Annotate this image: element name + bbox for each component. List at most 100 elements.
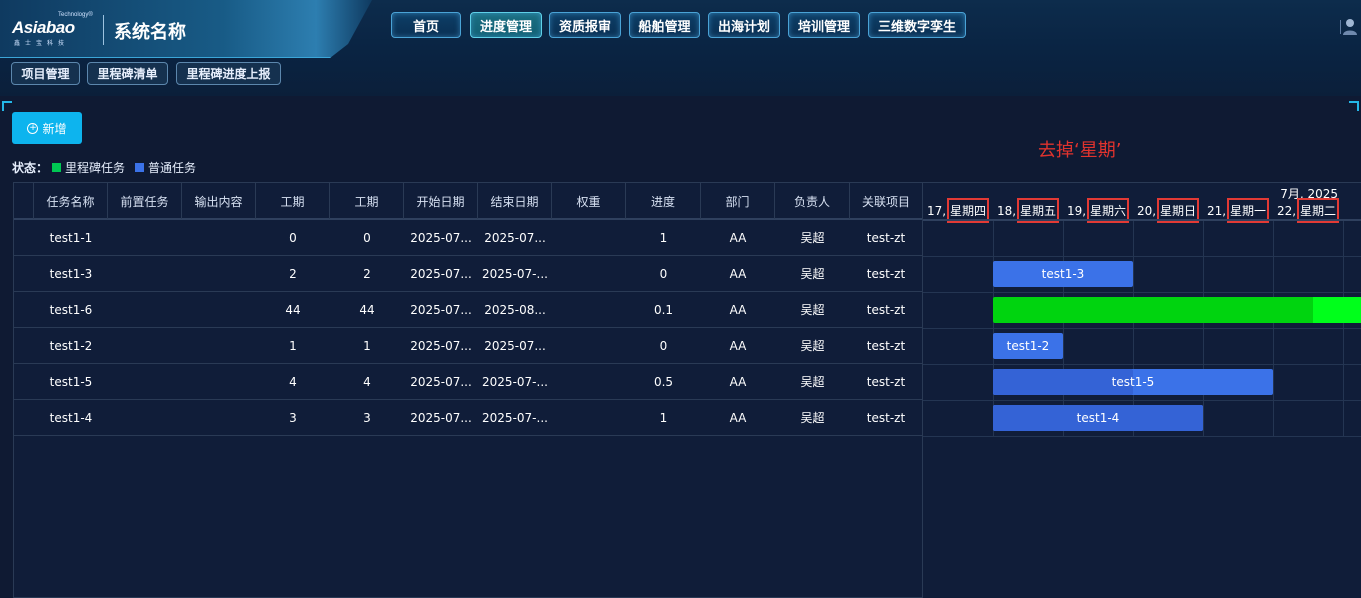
cell-project: test-zt [866, 338, 906, 353]
cell-predecessor [108, 220, 182, 255]
legend-title: 状态： [12, 160, 49, 175]
status-legend: 状态： 里程碑任务 普通任务 [12, 159, 202, 175]
legend-item-milestone: 里程碑任务 [48, 159, 125, 176]
gantt-day-number: 17, [926, 203, 947, 218]
column-header-progress[interactable]: 进度 [626, 183, 701, 219]
cell-duration-2: 1 [363, 338, 371, 353]
nav-progress-management[interactable]: 进度管理 [470, 12, 542, 38]
nav-home[interactable]: 首页 [391, 12, 461, 38]
plus-circle-icon: + [27, 122, 39, 134]
gantt-day-label: 17, 星期四 [923, 198, 993, 223]
add-button-label: 新增 [42, 121, 67, 136]
cell-owner: 吴超 [800, 375, 825, 389]
column-header-duration-2[interactable]: 工期 [330, 183, 404, 219]
legend-item-normal: 普通任务 [131, 159, 196, 176]
subnav-milestone-list[interactable]: 里程碑清单 [87, 62, 168, 85]
table-row[interactable]: test1-3 2 2 2025-07... 2025-07-... 0 AA 吴超 test-… [14, 256, 922, 292]
column-header-output[interactable]: 输出内容 [182, 183, 256, 219]
cell-task-name: test1-1 [49, 230, 93, 245]
cell-project: test-zt [866, 230, 906, 245]
cell-weight [552, 400, 626, 435]
table-row[interactable]: test1-6 44 44 2025-07... 2025-08... 0.1 AA 吴超 te… [14, 292, 922, 328]
cell-task-name: test1-6 [49, 302, 93, 317]
cell-duration-2: 2 [363, 266, 371, 281]
gantt-milestone-bar[interactable] [993, 297, 1361, 323]
subnav-project-management[interactable]: 项目管理 [11, 62, 80, 85]
cell-start-date: 2025-07... [410, 230, 472, 245]
column-header-department[interactable]: 部门 [701, 183, 775, 219]
table-row[interactable]: test1-5 4 4 2025-07... 2025-07-... 0.5 AA 吴超 tes… [14, 364, 922, 400]
cell-duration: 44 [285, 302, 301, 317]
grid-header-expander [14, 183, 34, 219]
column-header-start-date[interactable]: 开始日期 [404, 183, 478, 219]
grid-header: 任务名称 前置任务 输出内容 工期 工期 开始日期 结束日期 权重 进度 部门 … [14, 183, 922, 220]
cell-project: test-zt [866, 410, 906, 425]
cell-weight [552, 364, 626, 399]
company-logo[interactable]: Technology® Asiabao 鑫士宝科技 [12, 12, 93, 47]
cell-project: test-zt [866, 374, 906, 389]
cell-end-date: 2025-08... [484, 302, 546, 317]
cell-department: AA [729, 230, 747, 245]
cell-start-date: 2025-07... [410, 410, 472, 425]
column-header-project[interactable]: 关联项目 [850, 183, 922, 219]
column-header-weight[interactable]: 权重 [552, 183, 626, 219]
nav-qualification-review[interactable]: 资质报审 [549, 12, 621, 38]
gantt-header-divider [923, 219, 1361, 221]
cell-end-date: 2025-07... [484, 338, 546, 353]
cell-task-name: test1-2 [49, 338, 93, 353]
gantt-bar-label: test1-3 [1041, 267, 1085, 281]
legend-item-label: 普通任务 [148, 160, 197, 175]
column-header-duration[interactable]: 工期 [256, 183, 330, 219]
cell-project: test-zt [866, 266, 906, 281]
cell-owner: 吴超 [800, 267, 825, 281]
cell-weight [552, 256, 626, 291]
panel-corner-decoration [1349, 101, 1359, 111]
cell-output [182, 292, 256, 327]
nav-ship-management[interactable]: 船舶管理 [629, 12, 700, 38]
logo-wordmark: Asiabao [12, 18, 75, 37]
brand-divider [103, 15, 104, 45]
column-header-owner[interactable]: 负责人 [775, 183, 850, 219]
gantt-task-bar[interactable]: test1-5 [993, 369, 1273, 395]
cell-output [182, 328, 256, 363]
cell-predecessor [108, 256, 182, 291]
cell-end-date: 2025-07-... [482, 410, 548, 425]
cell-progress: 0.5 [653, 374, 674, 389]
nav-sea-plan[interactable]: 出海计划 [708, 12, 780, 38]
gantt-task-bar[interactable]: test1-2 [993, 333, 1063, 359]
cell-start-date: 2025-07... [410, 302, 472, 317]
cell-duration: 3 [289, 410, 297, 425]
cell-department: AA [729, 338, 747, 353]
gantt-bar-highlight [1313, 297, 1361, 323]
app-header: Technology® Asiabao 鑫士宝科技 系统名称 首页 进度管理 资… [0, 0, 1361, 96]
cell-department: AA [729, 374, 747, 389]
gantt-day-gridline [1273, 221, 1274, 437]
cell-weight [552, 220, 626, 255]
gantt-task-bar[interactable]: test1-3 [993, 261, 1133, 287]
cell-duration: 4 [289, 374, 297, 389]
cell-duration-2: 4 [363, 374, 371, 389]
gantt-day-number: 21, [1206, 203, 1227, 218]
cell-output [182, 220, 256, 255]
cell-progress: 0.1 [653, 302, 674, 317]
cell-weight [552, 292, 626, 327]
table-row[interactable]: test1-2 1 1 2025-07... 2025-07... 0 AA 吴超 test-z… [14, 328, 922, 364]
gantt-day-label: 18, 星期五 [993, 198, 1063, 223]
cell-predecessor [108, 292, 182, 327]
cell-output [182, 256, 256, 291]
nav-training-management[interactable]: 培训管理 [788, 12, 860, 38]
gantt-task-bar[interactable]: test1-4 [993, 405, 1203, 431]
user-icon[interactable] [1340, 16, 1358, 36]
table-row[interactable]: test1-1 0 0 2025-07... 2025-07... 1 AA 吴超 test-z… [14, 220, 922, 256]
gantt-row-gridline [923, 400, 1361, 401]
subnav-milestone-progress-report[interactable]: 里程碑进度上报 [176, 62, 281, 85]
nav-digital-twin[interactable]: 三维数字孪生 [868, 12, 966, 38]
cell-duration-2: 44 [359, 302, 375, 317]
column-header-end-date[interactable]: 结束日期 [478, 183, 552, 219]
column-header-predecessor[interactable]: 前置任务 [108, 183, 182, 219]
cell-owner: 吴超 [800, 411, 825, 425]
table-row[interactable]: test1-4 3 3 2025-07... 2025-07-... 1 AA 吴超 test-… [14, 400, 922, 436]
column-header-task-name[interactable]: 任务名称 [34, 183, 108, 219]
add-button[interactable]: + 新增 [12, 112, 82, 144]
review-annotation: 去掉‘星期’ [1038, 140, 1122, 161]
